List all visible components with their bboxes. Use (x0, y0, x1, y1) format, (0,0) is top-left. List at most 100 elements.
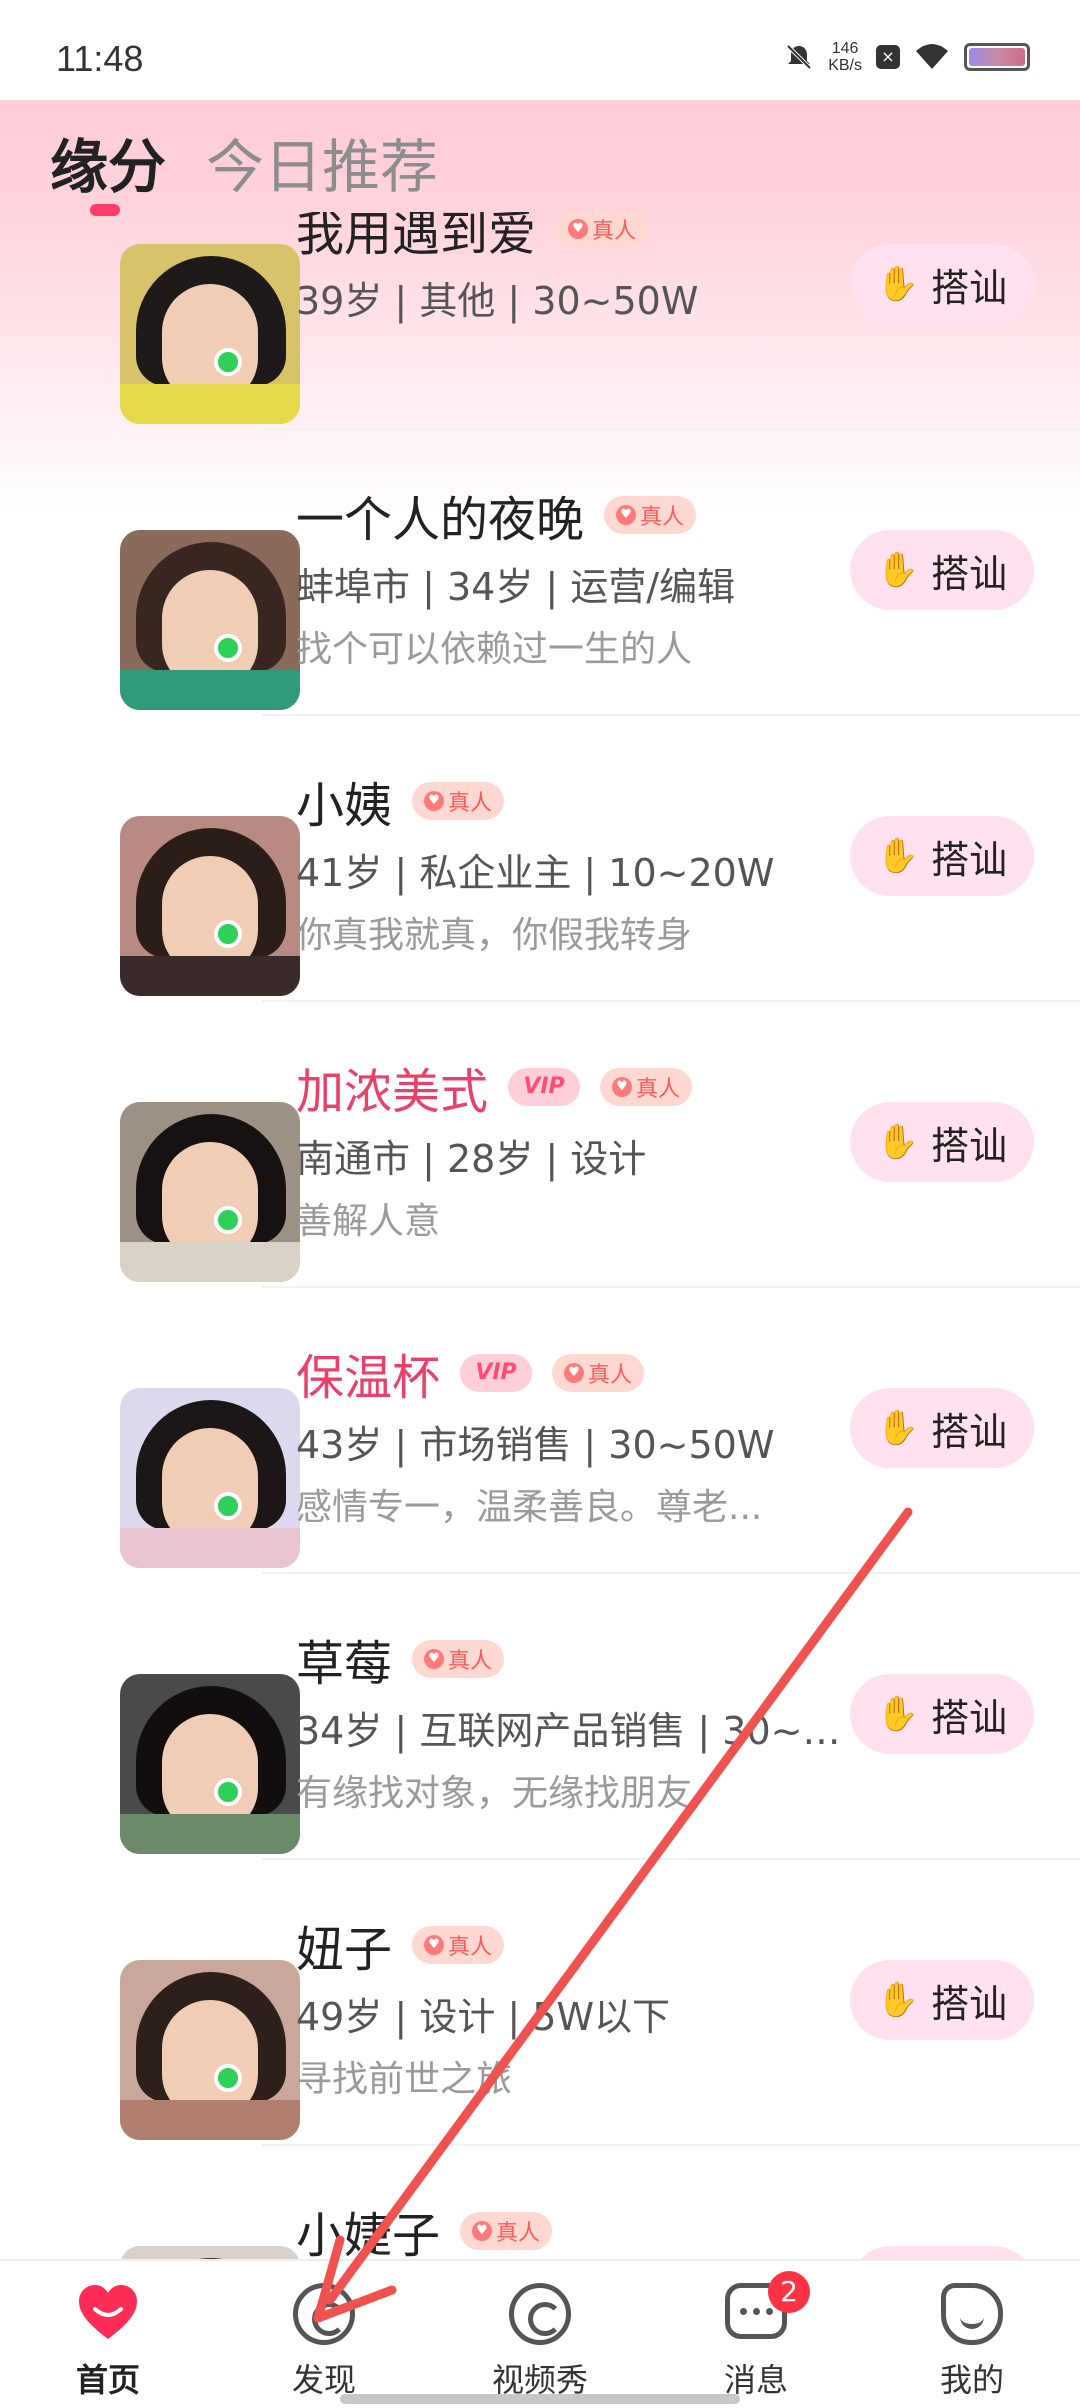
status-bar: 11:48 146 KB/s × (0, 0, 1080, 100)
real-person-badge: ♥ 真人 (412, 1640, 505, 1678)
greet-button[interactable]: ✋ 搭讪 (850, 1674, 1034, 1754)
greet-button[interactable]: ✋ 搭讪 (850, 2246, 1034, 2259)
profile-card[interactable]: 小婕子 ♥真人 ✋ 搭讪 (0, 2146, 1080, 2259)
waving-hand-icon: ✋ (876, 1694, 920, 1734)
profile-card[interactable]: 一个人的夜晚 ♥ 真人 蚌埠市 | 34岁 | 运营/编辑 找个可以依赖过一生的人… (0, 430, 1080, 716)
nav-video-show[interactable]: 视频秀 (432, 2261, 648, 2408)
online-indicator (214, 1778, 242, 1806)
heart-icon: ♥ (424, 1935, 444, 1955)
profile-motto: 你真我就真，你假我转身 (296, 915, 693, 956)
profile-list[interactable]: 我用遇到爱 ♥ 真人 39岁 | 其他 | 30~50W ✋ 搭讪 一个人的夜晚… (0, 212, 1080, 2259)
nav-messages[interactable]: 2 消息 (648, 2261, 864, 2408)
bottom-nav: 首页 发现 视频秀 2 消息 我的 (0, 2259, 1080, 2408)
name-row: 妞子 ♥ 真人 (296, 1910, 505, 1980)
battery-icon (964, 43, 1030, 71)
avatar[interactable] (60, 1338, 300, 1568)
net-speed-unit: KB/s (828, 57, 862, 74)
greet-button-label: 搭讪 (931, 1123, 1008, 1168)
waving-hand-icon: ✋ (876, 264, 920, 304)
name-row: 小姨 ♥ 真人 (296, 766, 505, 836)
profile-list-inner: 我用遇到爱 ♥ 真人 39岁 | 其他 | 30~50W ✋ 搭讪 一个人的夜晚… (0, 212, 1080, 2259)
avatar[interactable] (60, 766, 300, 996)
profile-info: 蚌埠市 | 34岁 | 运营/编辑 (296, 565, 736, 609)
waving-hand-icon: ✋ (876, 550, 920, 590)
greet-button[interactable]: ✋ 搭讪 (850, 816, 1034, 896)
heart-icon: ♥ (612, 1077, 632, 1097)
profile-name: 我用遇到爱 (296, 212, 537, 262)
tab-yuanfen[interactable]: 缘分 (50, 120, 166, 204)
name-row: 小婕子 ♥ 真人 (296, 2196, 553, 2259)
profile-name: 小婕子 (296, 2208, 441, 2259)
real-badge-label: 真人 (592, 219, 637, 244)
real-badge-label: 真人 (448, 791, 493, 816)
waving-hand-icon: ✋ (876, 836, 920, 876)
online-indicator (214, 920, 242, 948)
profile-card[interactable]: 草莓 ♥ 真人 34岁 | 互联网产品销售 | 30~5... 有缘找对象，无缘找… (0, 1574, 1080, 1860)
profile-card[interactable]: 小姨 ♥ 真人 41岁 | 私企业主 | 10~20W 你真我就真，你假我转身 ✋… (0, 716, 1080, 1002)
nav-label: 首页 (75, 2361, 140, 2399)
greet-button-label: 搭讪 (931, 1981, 1008, 2026)
status-time: 11:48 (56, 38, 144, 79)
net-speed: 146 KB/s (828, 40, 862, 74)
greet-button[interactable]: ✋ 搭讪 (850, 530, 1034, 610)
unread-badge: 2 (768, 2271, 810, 2313)
data-saver-icon: × (876, 45, 900, 69)
video-show-icon (509, 2283, 571, 2345)
home-indicator (340, 2394, 740, 2404)
vip-badge: VIP (460, 1354, 533, 1392)
greet-button-label: 搭讪 (931, 1409, 1008, 1454)
real-person-badge: ♥ 真人 (600, 1068, 693, 1106)
avatar[interactable] (60, 480, 300, 710)
profile-motto: 感情专一，温柔善良。尊老... (296, 1487, 763, 1528)
profile-name: 草莓 (296, 1636, 393, 1692)
online-indicator (214, 348, 242, 376)
profile-name: 小姨 (296, 778, 393, 834)
heart-icon: ♥ (424, 1649, 444, 1669)
avatar[interactable] (60, 1624, 300, 1854)
greet-button[interactable]: ✋ 搭讪 (850, 1388, 1034, 1468)
avatar[interactable] (60, 1052, 300, 1282)
waving-hand-icon: ✋ (876, 1408, 920, 1448)
online-indicator (214, 2064, 242, 2092)
heart-icon (77, 2283, 139, 2345)
real-badge-label: 真人 (588, 1363, 633, 1388)
greet-button[interactable]: ✋ 搭讪 (850, 1102, 1034, 1182)
greet-button[interactable]: ✋ 搭讪 (850, 244, 1034, 324)
top-tabs: 缘分 今日推荐 (0, 100, 1080, 216)
avatar[interactable] (60, 1910, 300, 2140)
nav-me[interactable]: 我的 (864, 2261, 1080, 2408)
real-person-badge: ♥ 真人 (556, 212, 649, 248)
name-row: 一个人的夜晚 ♥ 真人 (296, 480, 697, 550)
real-badge-label: 真人 (448, 1935, 493, 1960)
profile-card[interactable]: 我用遇到爱 ♥ 真人 39岁 | 其他 | 30~50W ✋ 搭讪 (0, 212, 1080, 430)
nav-discover[interactable]: 发现 (216, 2261, 432, 2408)
heart-icon: ♥ (568, 219, 588, 239)
waving-hand-icon: ✋ (876, 1980, 920, 2020)
real-badge-label: 真人 (640, 505, 685, 530)
mute-bell-icon (786, 44, 812, 70)
net-speed-value: 146 (831, 40, 859, 57)
real-person-badge: ♥ 真人 (552, 1354, 645, 1392)
heart-icon: ♥ (472, 2221, 492, 2241)
greet-button[interactable]: ✋ 搭讪 (850, 1960, 1034, 2040)
profile-card[interactable]: 保温杯 VIP ♥ 真人 43岁 | 市场销售 | 30~50W 感情专一，温柔善… (0, 1288, 1080, 1574)
profile-motto: 善解人意 (296, 1201, 441, 1242)
nav-label: 我的 (939, 2361, 1004, 2399)
profile-motto: 寻找前世之旅 (296, 2059, 513, 2100)
profile-card[interactable]: 妞子 ♥ 真人 49岁 | 设计 | 5W以下 寻找前世之旅 ✋ 搭讪 (0, 1860, 1080, 2146)
nav-home[interactable]: 首页 (0, 2261, 216, 2408)
profile-card[interactable]: 加浓美式 VIP ♥ 真人 南通市 | 28岁 | 设计 善解人意 ✋ 搭讪 (0, 1002, 1080, 1288)
heart-icon: ♥ (616, 505, 636, 525)
name-row: 保温杯 VIP ♥ 真人 (296, 1338, 645, 1408)
name-row: 草莓 ♥ 真人 (296, 1624, 505, 1694)
name-row: 加浓美式 VIP ♥ 真人 (296, 1052, 693, 1122)
avatar[interactable] (60, 2196, 300, 2259)
greet-button-label: 搭讪 (931, 551, 1008, 596)
profile-name: 一个人的夜晚 (296, 492, 585, 548)
greet-button-label: 搭讪 (931, 1695, 1008, 1740)
tab-today-recommend[interactable]: 今日推荐 (206, 120, 438, 204)
avatar[interactable] (60, 212, 300, 424)
vip-badge: VIP (508, 1068, 581, 1106)
profile-info: 39岁 | 其他 | 30~50W (296, 279, 699, 323)
real-person-badge: ♥ 真人 (412, 1926, 505, 1964)
